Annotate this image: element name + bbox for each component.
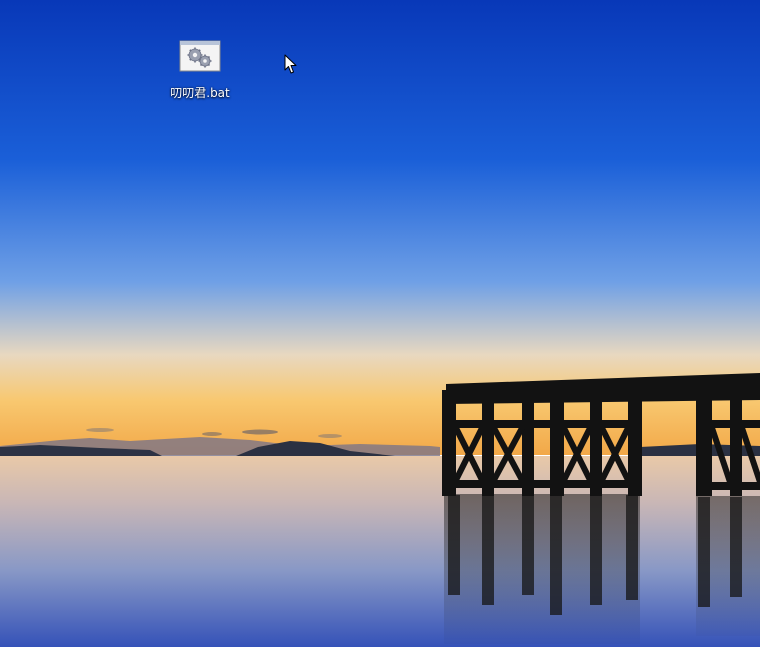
desktop-icon-bat-file[interactable]: 叨叨君.bat <box>162 36 238 106</box>
desktop[interactable]: 叨叨君.bat <box>0 0 760 647</box>
desktop-icon-label: 叨叨君.bat <box>170 86 230 100</box>
arrow-cursor-icon <box>284 54 297 74</box>
desktop-wallpaper <box>0 0 760 647</box>
batch-file-gear-icon <box>179 40 221 72</box>
